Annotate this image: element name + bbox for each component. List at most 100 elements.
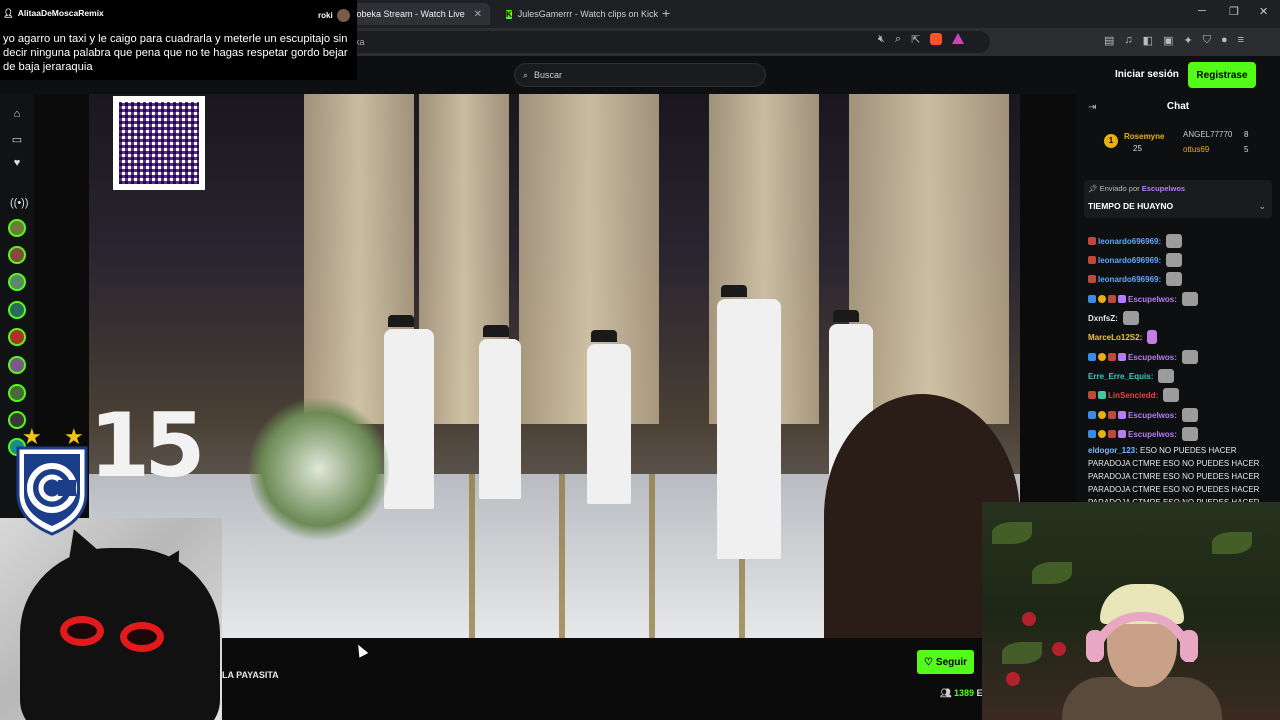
- rank-badge-icon: [1098, 295, 1106, 303]
- gift-badge-icon: [1118, 430, 1126, 438]
- gift-badge-icon: [1118, 295, 1126, 303]
- chat-message: Escupelwos:: [1088, 292, 1198, 306]
- sidebar-channel-avatar[interactable]: [8, 384, 26, 402]
- chat-username[interactable]: leonardo696969:: [1098, 256, 1161, 265]
- panel-icon[interactable]: ◧: [1143, 34, 1153, 47]
- leader-name[interactable]: ANGEL77770: [1183, 130, 1232, 139]
- pinned-sender-name[interactable]: Escupelwos: [1142, 184, 1185, 193]
- signup-button[interactable]: Registrase: [1188, 62, 1256, 88]
- leader-count: 5: [1244, 145, 1249, 154]
- user-badge-icon: [1088, 275, 1096, 283]
- brave-shield-icon[interactable]: [930, 33, 943, 45]
- cadet-figure: [479, 325, 521, 499]
- chat-text: PARADOJA CTMRE ESO NO PUEDES HACER: [1088, 459, 1260, 468]
- rank-badge: 1: [1104, 134, 1118, 148]
- music-icon[interactable]: ♫: [1124, 34, 1132, 47]
- chat-message: MarceLo12S2:: [1088, 330, 1158, 344]
- chat-username[interactable]: Escupelwos:: [1128, 295, 1177, 304]
- user-badge-icon: [1108, 430, 1116, 438]
- cat-overlay: [0, 518, 222, 720]
- home-icon[interactable]: ⌂: [10, 108, 24, 120]
- tab-jules-clips[interactable]: K JulesGamerrr - Watch clips on Kick: [498, 3, 658, 25]
- tab-close-icon[interactable]: ✕: [474, 9, 482, 20]
- cat-emote-icon: [1181, 292, 1198, 306]
- cat-emote-icon: [1181, 350, 1198, 364]
- gift-badge-icon: [1118, 411, 1126, 419]
- video-player[interactable]: 15: [89, 94, 1020, 638]
- chat-username[interactable]: LinSenciedd:: [1108, 391, 1158, 400]
- cat-emote-icon: [1163, 388, 1180, 402]
- user-icon: 👤︎: [3, 7, 14, 18]
- qr-pattern: [119, 102, 199, 184]
- notification-tag: roki: [318, 11, 333, 20]
- moderator-badge-icon: [1088, 295, 1096, 303]
- browse-icon[interactable]: ▭: [10, 133, 24, 146]
- mute-tab-icon[interactable]: 🔇︎: [878, 33, 885, 46]
- leader-name[interactable]: ottus69: [1183, 145, 1209, 154]
- chat-username[interactable]: MarceLo12S2:: [1088, 333, 1142, 342]
- search-input[interactable]: ⌕ Buscar: [514, 63, 766, 87]
- chat-message: Escupelwos:: [1088, 408, 1198, 422]
- wallet-icon[interactable]: ▣: [1163, 34, 1173, 47]
- cadet-figure: [587, 330, 631, 504]
- restore-icon[interactable]: ❐: [1229, 5, 1239, 18]
- new-tab-plus-icon[interactable]: +: [662, 5, 670, 21]
- mouse-cursor-icon: [353, 642, 369, 658]
- tab-iwobeka-stream[interactable]: iwobeka Stream - Watch Live ✕: [340, 3, 490, 25]
- gift-badge-icon: [1118, 353, 1126, 361]
- minimize-icon[interactable]: ─: [1198, 5, 1206, 17]
- sidebar-channel-avatar[interactable]: [8, 328, 26, 346]
- chat-message: LinSenciedd:: [1088, 388, 1180, 402]
- chat-username[interactable]: Escupelwos:: [1128, 353, 1177, 362]
- tab-label: iwobeka Stream - Watch Live: [348, 9, 465, 19]
- sidebar-toggle-icon[interactable]: ▤: [1104, 34, 1114, 47]
- qr-code: [113, 96, 205, 190]
- vpn-icon[interactable]: ⛉: [1203, 34, 1211, 47]
- login-button[interactable]: Iniciar sesión: [1115, 69, 1179, 80]
- sidebar-channel-avatar[interactable]: [8, 219, 26, 237]
- sidebar-channel-avatar[interactable]: [8, 356, 26, 374]
- chevron-down-icon[interactable]: ⌄: [1258, 201, 1266, 212]
- moderator-badge-icon: [1088, 430, 1096, 438]
- close-window-icon[interactable]: ✕: [1259, 5, 1268, 18]
- chat-username[interactable]: Escupelwos:: [1128, 430, 1177, 439]
- sidebar-channel-avatar[interactable]: [8, 273, 26, 291]
- leader-count: 8: [1244, 130, 1249, 139]
- user-badge-icon: [1088, 237, 1096, 245]
- chat-text: ESO NO PUEDES HACER: [1140, 446, 1237, 455]
- sidebar-channel-avatar[interactable]: [8, 301, 26, 319]
- menu-icon[interactable]: ≡: [1238, 34, 1244, 47]
- chat-message: leonardo696969:: [1088, 234, 1183, 248]
- club-crest-logo: [16, 446, 88, 536]
- chat-username[interactable]: leonardo696969:: [1098, 275, 1161, 284]
- notification-author: AlitaaDeMoscaRemix: [17, 8, 104, 18]
- profile-icon[interactable]: ●: [1221, 34, 1228, 47]
- follow-button[interactable]: ♡ Seguir: [917, 650, 974, 674]
- kick-logo-icon: K: [506, 9, 512, 19]
- red-sunglasses: [60, 616, 104, 646]
- extension-icon[interactable]: ✦: [1183, 34, 1192, 47]
- cadet-figure: [384, 315, 434, 509]
- live-broadcast-icon[interactable]: ((•)): [10, 197, 29, 209]
- zoom-icon[interactable]: ⌕: [895, 33, 901, 46]
- chat-username[interactable]: eldogor_123:: [1088, 446, 1138, 455]
- following-heart-icon[interactable]: ♥: [10, 157, 24, 169]
- chat-username[interactable]: Erre_Erre_Equis:: [1088, 372, 1153, 381]
- user-badge-icon: [1088, 391, 1096, 399]
- cat-emote-icon: [1166, 272, 1183, 286]
- brave-rewards-icon[interactable]: [952, 33, 965, 44]
- cat-emote-icon: [1181, 408, 1198, 422]
- chat-username[interactable]: Escupelwos:: [1128, 411, 1177, 420]
- stream-title: LA PAYASITA: [222, 670, 279, 680]
- chat-username[interactable]: DxnfsZ:: [1088, 314, 1118, 323]
- chat-message: DxnfsZ:: [1088, 311, 1139, 325]
- chat-username[interactable]: leonardo696969:: [1098, 237, 1161, 246]
- chat-text: PARADOJA CTMRE ESO NO PUEDES HACER: [1088, 485, 1260, 494]
- share-icon[interactable]: ⇱: [911, 33, 920, 46]
- sidebar-channel-avatar[interactable]: [8, 246, 26, 264]
- search-placeholder: Buscar: [534, 70, 563, 80]
- cat-emote-icon: [1122, 311, 1139, 325]
- pinned-message[interactable]: 📌︎ Enviado por Escupelwos TIEMPO DE HUAY…: [1084, 180, 1272, 218]
- leader-name[interactable]: Rosemyne: [1124, 132, 1164, 141]
- sub-badge-icon: [1098, 391, 1106, 399]
